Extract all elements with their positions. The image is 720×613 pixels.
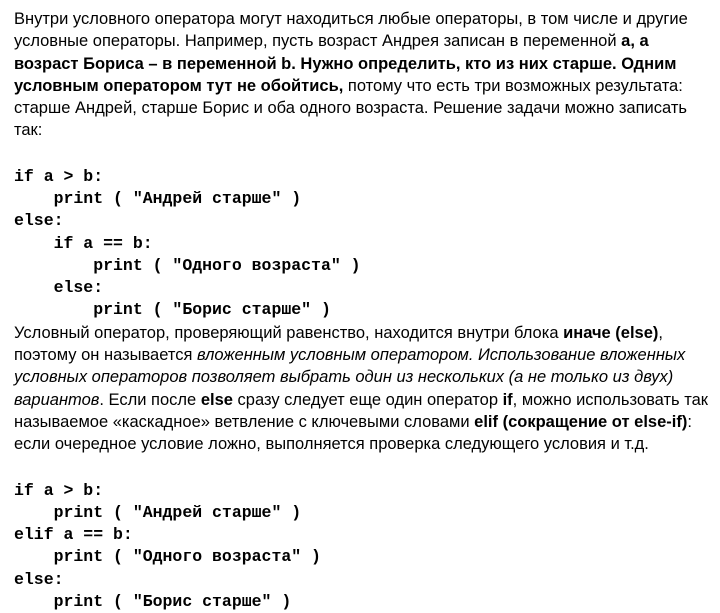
document-page: Внутри условного оператора могут находит… [0,0,720,613]
code-line: print ( "Андрей старше" ) [14,189,301,208]
code-line: print ( "Одного возраста" ) [14,547,321,566]
text-run: сразу следует еще один оператор [233,391,503,409]
code-line: if a > b: [14,481,103,500]
text-run-bold: иначе (else) [563,324,658,342]
code-line: if a > b: [14,167,103,186]
text-run-bold: if [503,391,513,409]
code-line: else: [14,211,64,230]
code-line: print ( "Андрей старше" ) [14,503,301,522]
code-line: elif a == b: [14,525,133,544]
text-run-bold: else [201,391,233,409]
paragraph-explain: Условный оператор, проверяющий равенство… [14,322,708,456]
code-line: if a == b: [14,234,153,253]
text-run: . Если после [99,391,200,409]
code-line: else: [14,278,103,297]
code-line: print ( "Борис старше" ) [14,300,331,319]
code-line: print ( "Борис старше" ) [14,592,291,611]
code-line: print ( "Одного возраста" ) [14,256,361,275]
code-block-2: if a > b: print ( "Андрей старше" ) elif… [14,457,708,613]
code-block-1: if a > b: print ( "Андрей старше" ) else… [14,144,708,322]
paragraph-intro: Внутри условного оператора могут находит… [14,8,708,142]
text-run-bold: elif (сокращение от else-if) [474,413,687,431]
text-run: Внутри условного оператора могут находит… [14,10,688,50]
text-run: Условный оператор, проверяющий равенство… [14,324,563,342]
code-line: else: [14,570,64,589]
